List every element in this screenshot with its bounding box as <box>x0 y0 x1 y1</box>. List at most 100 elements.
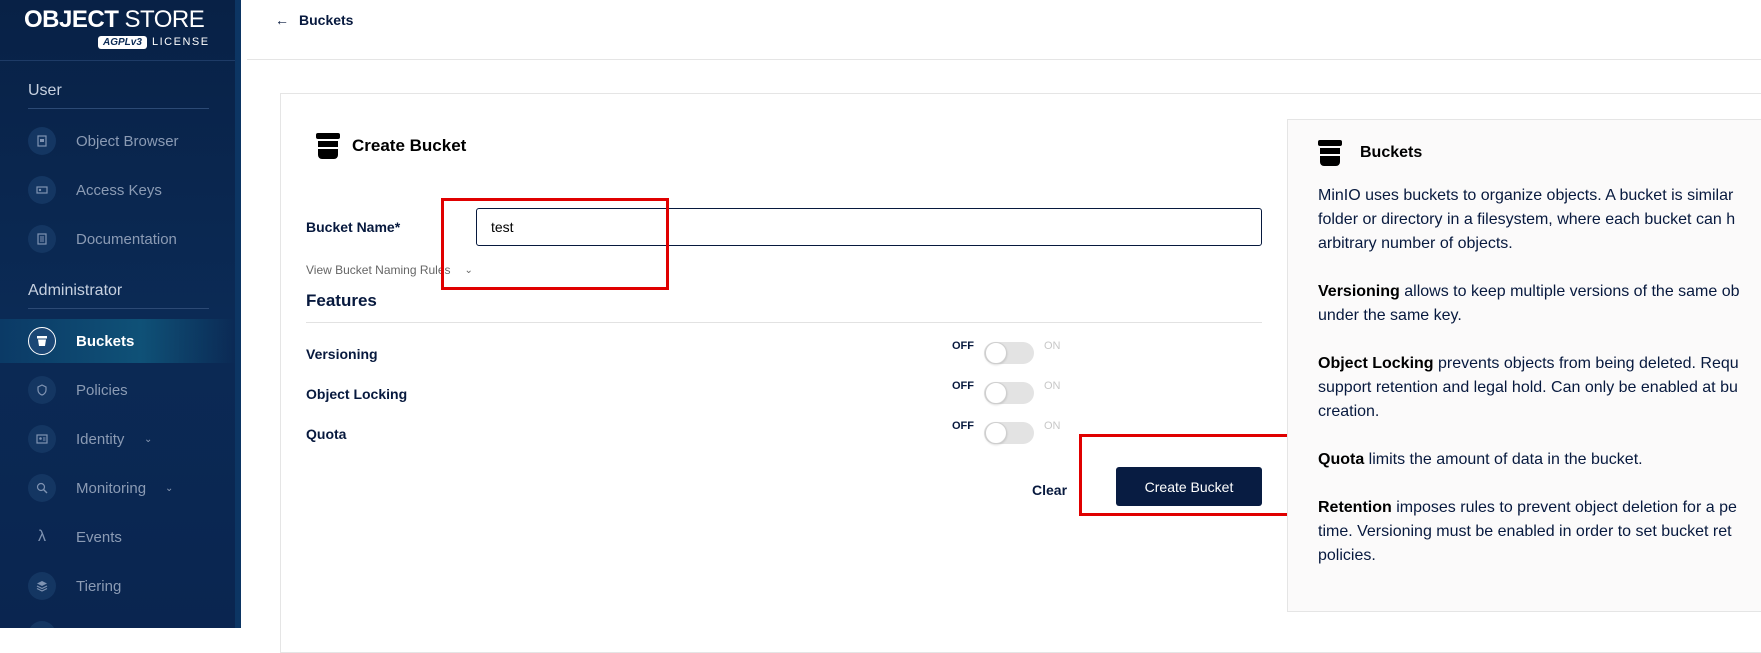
sidebar-item-label: Policies <box>76 381 128 399</box>
toggle-off-label: OFF <box>952 420 974 432</box>
next-item-icon <box>28 621 56 628</box>
brand-logo[interactable]: OBJECT STORE AGPLv3 LICENSE <box>24 6 214 54</box>
toggle-on-label: ON <box>1044 340 1061 352</box>
admin-section-divider <box>28 308 209 309</box>
sidebar-item-label: Monitoring <box>76 479 147 497</box>
chevron-down-icon: ⌄ <box>165 482 174 494</box>
help-term: Versioning <box>1318 283 1400 300</box>
help-line: creation. <box>1318 403 1380 420</box>
toggle-on-label: ON <box>1044 380 1061 392</box>
help-title-text: Buckets <box>1360 144 1423 161</box>
help-term: Retention <box>1318 499 1392 516</box>
bucket-name-input[interactable] <box>476 208 1262 246</box>
sidebar-item-events[interactable]: λ Events <box>0 515 235 559</box>
toggle-off-label: OFF <box>952 340 974 352</box>
arrow-left-icon: ← <box>275 12 289 28</box>
help-line: time. Versioning must be enabled in orde… <box>1318 523 1732 540</box>
sidebar-item-identity[interactable]: Identity ⌄ <box>0 417 235 461</box>
toggle-on-label: ON <box>1044 420 1061 432</box>
sidebar-item-label: Events <box>76 528 122 546</box>
quota-toggle[interactable] <box>984 422 1034 444</box>
sidebar-item-buckets[interactable]: Buckets <box>0 319 235 363</box>
quota-label: Quota <box>306 426 347 442</box>
view-naming-rules-toggle[interactable]: View Bucket Naming Rules ⌄ <box>306 263 473 277</box>
bucket-icon <box>316 133 340 159</box>
form-title: Create Bucket <box>316 133 466 159</box>
object-locking-toggle[interactable] <box>984 382 1034 404</box>
clear-button[interactable]: Clear <box>1032 482 1067 498</box>
sidebar-item-label: Tiering <box>76 577 122 595</box>
versioning-row: Versioning OFF ON <box>306 338 1262 368</box>
sidebar-item-documentation[interactable]: Documentation <box>0 217 235 261</box>
help-line: imposes rules to prevent object deletion… <box>1391 499 1737 516</box>
top-bar: ← Buckets <box>247 0 1761 60</box>
help-retention: Retention imposes rules to prevent objec… <box>1318 496 1761 568</box>
sidebar-item-label: Documentation <box>76 230 177 248</box>
tiering-icon <box>28 572 56 600</box>
help-line: prevents objects from being deleted. Req… <box>1433 355 1739 372</box>
sidebar-item-label: Identity <box>76 430 125 448</box>
versioning-label: Versioning <box>306 346 378 362</box>
lambda-icon: λ <box>38 528 46 545</box>
policies-icon <box>28 376 56 404</box>
documentation-icon <box>28 225 56 253</box>
form-title-text: Create Bucket <box>352 136 467 155</box>
object-locking-label: Object Locking <box>306 386 408 402</box>
help-line: limits the amount of data in the bucket. <box>1364 451 1643 468</box>
quota-row: Quota OFF ON <box>306 418 1262 448</box>
help-text: MinIO uses buckets to organize objects. … <box>1318 184 1761 592</box>
back-to-buckets-link[interactable]: ← Buckets <box>275 12 353 28</box>
help-intro-line: folder or directory in a filesystem, whe… <box>1318 211 1736 228</box>
help-intro: MinIO uses buckets to organize objects. … <box>1318 184 1761 256</box>
sidebar-item-label: Access Keys <box>76 181 162 199</box>
toggle-knob <box>985 422 1007 444</box>
bucket-icon <box>1318 140 1342 166</box>
access-keys-icon <box>28 176 56 204</box>
sidebar: OBJECT STORE AGPLv3 LICENSE User Object … <box>0 0 241 628</box>
sidebar-item-next[interactable] <box>0 613 235 628</box>
help-quota: Quota limits the amount of data in the b… <box>1318 448 1761 472</box>
create-bucket-button[interactable]: Create Bucket <box>1116 467 1262 506</box>
user-section-divider <box>28 108 209 109</box>
help-title: Buckets <box>1318 140 1422 166</box>
help-term: Object Locking <box>1318 355 1434 372</box>
user-section-label: User <box>28 82 62 99</box>
help-locking: Object Locking prevents objects from bei… <box>1318 352 1761 424</box>
sidebar-item-tiering[interactable]: Tiering <box>0 564 235 608</box>
help-versioning: Versioning allows to keep multiple versi… <box>1318 280 1761 328</box>
identity-icon <box>28 425 56 453</box>
object-browser-icon <box>28 127 56 155</box>
chevron-down-icon: ⌄ <box>464 264 473 276</box>
help-line: under the same key. <box>1318 307 1462 324</box>
help-line: policies. <box>1318 547 1376 564</box>
bucket-name-label: Bucket Name* <box>306 219 401 235</box>
sidebar-item-policies[interactable]: Policies <box>0 368 235 412</box>
monitoring-icon <box>28 474 56 502</box>
naming-rules-label: View Bucket Naming Rules <box>306 263 451 277</box>
chevron-down-icon: ⌄ <box>144 433 153 445</box>
sidebar-item-access-keys[interactable]: Access Keys <box>0 168 235 212</box>
admin-section-label: Administrator <box>28 282 123 299</box>
brand-title-light: STORE <box>124 6 205 33</box>
versioning-toggle[interactable] <box>984 342 1034 364</box>
object-locking-row: Object Locking OFF ON <box>306 378 1262 408</box>
features-heading: Features <box>306 291 377 310</box>
help-line: support retention and legal hold. Can on… <box>1318 379 1738 396</box>
help-term: Quota <box>1318 451 1365 468</box>
logo-divider <box>0 60 235 61</box>
help-intro-line: MinIO uses buckets to organize objects. … <box>1318 187 1734 204</box>
brand-title-bold: OBJECT <box>24 6 119 33</box>
help-intro-line: arbitrary number of objects. <box>1318 235 1513 252</box>
license-badge: AGPLv3 <box>98 36 147 49</box>
features-divider <box>306 322 1262 323</box>
sidebar-item-object-browser[interactable]: Object Browser <box>0 119 235 163</box>
sidebar-item-monitoring[interactable]: Monitoring ⌄ <box>0 466 235 510</box>
toggle-off-label: OFF <box>952 380 974 392</box>
back-link-label: Buckets <box>299 12 354 28</box>
help-line: allows to keep multiple versions of the … <box>1399 283 1740 300</box>
toggle-knob <box>985 382 1007 404</box>
help-panel: Buckets MinIO uses buckets to organize o… <box>1287 119 1761 612</box>
license-label: LICENSE <box>152 36 210 48</box>
toggle-knob <box>985 342 1007 364</box>
sidebar-item-label: Object Browser <box>76 132 179 150</box>
